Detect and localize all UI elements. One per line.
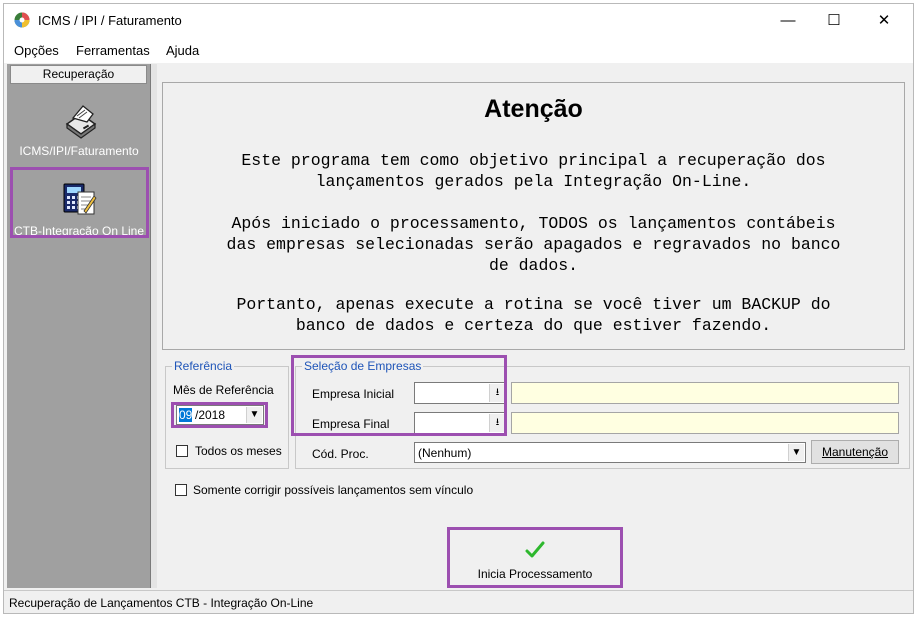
empresa-final-label: Empresa Final — [312, 417, 390, 431]
cod-proc-label: Cód. Proc. — [312, 447, 369, 461]
mes-referencia-label: Mês de Referência — [173, 383, 274, 397]
attention-line: Portanto, apenas execute a rotina se voc… — [236, 295, 831, 314]
maximize-button[interactable]: ☐ — [811, 4, 857, 37]
empresa-inicial-label: Empresa Inicial — [312, 387, 395, 401]
calculator-document-icon — [63, 183, 97, 215]
menu-ferramentas[interactable]: Ferramentas — [76, 43, 150, 58]
mes-referencia-select[interactable]: 09 /2018 ▼ — [176, 405, 264, 425]
title-bar: ICMS / IPI / Faturamento — ☐ ✕ — [4, 4, 913, 37]
attention-title: Atenção — [484, 95, 583, 123]
menu-bar: Opções Ferramentas Ajuda — [4, 37, 913, 63]
printer-icon — [65, 105, 97, 139]
cod-proc-value: (Nenhum) — [418, 446, 472, 460]
status-bar: Recuperação de Lançamentos CTB - Integra… — [4, 590, 913, 613]
attention-line: Este programa tem como objetivo principa… — [241, 151, 826, 170]
check-icon — [525, 541, 545, 558]
somente-corrigir-label: Somente corrigir possíveis lançamentos s… — [193, 483, 474, 497]
referencia-group: Referência Mês de Referência 09 /2018 ▼ … — [165, 359, 289, 469]
attention-line: lançamentos gerados pela Integração On-L… — [315, 172, 752, 191]
empresa-final-select[interactable]: ⭳ — [414, 412, 507, 434]
app-window: ICMS / IPI / Faturamento — ☐ ✕ Opções Fe… — [3, 3, 914, 614]
attention-line: banco de dados e certeza do que estiver … — [295, 316, 772, 335]
menu-opcoes[interactable]: Opções — [14, 43, 59, 58]
sidebar-splitter[interactable] — [151, 64, 157, 588]
empresa-final-name-field — [511, 412, 899, 434]
status-text: Recuperação de Lançamentos CTB - Integra… — [9, 596, 314, 610]
download-arrow-icon[interactable]: ⭳ — [489, 414, 505, 432]
cod-proc-select[interactable]: (Nenhum) ▼ — [414, 442, 806, 463]
attention-line: de dados. — [488, 256, 579, 275]
todos-meses-checkbox[interactable] — [176, 445, 188, 457]
empresa-inicial-select[interactable]: ⭳ — [414, 382, 507, 404]
sidebar-item-label: CTB-Integração On Line — [13, 224, 145, 238]
attention-line: das empresas selecionadas serão apagados… — [226, 235, 841, 254]
sidebar-header[interactable]: Recuperação — [10, 65, 147, 84]
chevron-down-icon[interactable]: ▼ — [246, 407, 262, 423]
menu-ajuda[interactable]: Ajuda — [166, 43, 199, 58]
inicia-processamento-button[interactable]: Inicia Processamento — [452, 531, 618, 586]
sidebar-item-ctb[interactable]: CTB-Integração On Line — [7, 178, 151, 238]
sidebar-item-icms[interactable]: ICMS/IPI/Faturamento — [7, 100, 151, 158]
somente-corrigir-checkbox[interactable] — [175, 484, 187, 496]
sidebar: Recuperação ICMS/IPI/Faturamento CTB-Int… — [7, 64, 151, 588]
mes-referencia-year: /2018 — [195, 408, 226, 422]
minimize-button[interactable]: — — [765, 4, 811, 37]
window-title: ICMS / IPI / Faturamento — [38, 13, 182, 28]
sidebar-item-label: ICMS/IPI/Faturamento — [19, 144, 139, 158]
empresa-inicial-name-field — [511, 382, 899, 404]
inicia-processamento-label: Inicia Processamento — [477, 567, 593, 581]
close-button[interactable]: ✕ — [861, 4, 907, 37]
selecao-group-label: Seleção de Empresas — [302, 359, 424, 373]
app-logo-icon — [14, 12, 30, 28]
chevron-down-icon[interactable]: ▼ — [788, 444, 804, 461]
manutencao-button[interactable]: Manutenção — [811, 440, 899, 464]
todos-meses-label: Todos os meses — [195, 444, 282, 458]
selecao-empresas-group: Seleção de Empresas Empresa Inicial ⭳ Em… — [295, 359, 910, 469]
mes-referencia-month: 09 — [179, 408, 193, 422]
referencia-group-label: Referência — [172, 359, 235, 373]
attention-panel: Atenção Este programa tem como objetivo … — [162, 82, 905, 350]
attention-line: Após iniciado o processamento, TODOS os … — [231, 214, 836, 233]
download-arrow-icon[interactable]: ⭳ — [489, 384, 505, 402]
